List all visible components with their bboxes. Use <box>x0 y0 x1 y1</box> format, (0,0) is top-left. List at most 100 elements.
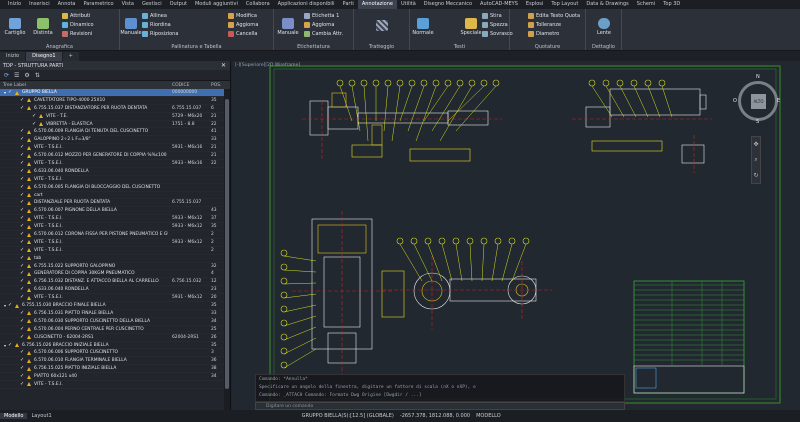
menu-tab-4[interactable]: Vista <box>118 0 138 9</box>
allinea-button[interactable]: Allinea <box>142 13 167 19</box>
visibility-check-icon[interactable]: ✓ <box>20 137 25 142</box>
tree-row[interactable]: ✓ DISTANZIALE PER RUOTA DENTATA 6.755.15.0… <box>0 199 224 208</box>
viewcube[interactable]: ALTO N E O S <box>733 74 780 125</box>
visibility-check-icon[interactable]: ✓ <box>20 381 25 387</box>
stira-button[interactable]: Stira <box>482 13 502 19</box>
menu-tab-6[interactable]: Output <box>166 0 191 9</box>
tree-row[interactable]: ✓ ▾ GRUPPO BIELLA 000000000 <box>0 89 224 97</box>
balloon[interactable] <box>280 277 288 285</box>
close-icon[interactable]: ✕ <box>221 62 226 69</box>
balloon[interactable] <box>452 237 460 245</box>
drawing-canvas[interactable]: [-][Superiore][2D Wireframe] ALTO N E O … <box>232 61 800 410</box>
tree-row[interactable]: ✓ CAVETTATORE TIPO-4000 25X10 35 <box>0 97 224 105</box>
tree-row[interactable]: ✓ VITE - T.S.E.I. 5933 - M6x12 35 <box>0 223 224 232</box>
tree-row[interactable]: ✓ ▾ 6.755.15.030 BRACCIO FINALE BIELLA 35 <box>0 302 224 310</box>
viewcube-west[interactable]: O <box>733 98 737 104</box>
balloon[interactable] <box>444 79 452 87</box>
menu-tab-9[interactable]: Applicazioni disponibili <box>274 0 339 9</box>
modifica-button[interactable]: Modifica <box>228 13 257 19</box>
balloon[interactable] <box>408 79 416 87</box>
visibility-check-icon[interactable]: ✓ <box>20 326 25 332</box>
aggiorna-button[interactable]: Aggiorna <box>228 22 258 28</box>
visibility-check-icon[interactable]: ✓ <box>20 200 25 205</box>
tree-row[interactable]: ✓ 6.570.06.006 SUPPORTO CUSCINETTO 3 <box>0 349 224 358</box>
tree-row[interactable]: ✓ PIATTO 60x121 x40 34 <box>0 373 224 381</box>
etichetta-dropdown[interactable]: Etichetta 1 <box>304 13 339 19</box>
visibility-check-icon[interactable]: ✓ <box>8 342 13 348</box>
balloon[interactable] <box>360 79 368 87</box>
balloon[interactable] <box>280 291 288 299</box>
visibility-check-icon[interactable]: ✓ <box>20 184 25 190</box>
tree-row[interactable]: ✓ ▾ 6.756.15.026 BRACCIO INIZIALE BIELLA 35 <box>0 342 224 350</box>
balloon[interactable] <box>280 263 288 271</box>
visibility-check-icon[interactable]: ✓ <box>32 121 37 127</box>
viewcube-face[interactable]: ALTO <box>751 94 766 109</box>
menu-tab-0[interactable]: Inizio <box>4 0 25 9</box>
column-pos[interactable]: POS. <box>211 83 222 88</box>
viewcube-east[interactable]: E <box>777 98 780 104</box>
balloon[interactable] <box>588 79 596 87</box>
tree-row[interactable]: ✓ VITE - T.E. 5729 - M6x20 21 <box>0 113 224 121</box>
tree-row[interactable]: ✓ 6.570.06.012 CORONA FISSA PER PISTONE P… <box>0 231 224 239</box>
menu-tab-10[interactable]: Parti <box>339 0 358 9</box>
manuale-label-button[interactable]: Manuale <box>277 12 299 36</box>
balloon[interactable] <box>602 79 610 87</box>
tree-row[interactable]: ✓ 6.570.06.009 FLANGIA DI TENUTA DEL CUSC… <box>0 128 224 137</box>
viewcube-south[interactable]: S <box>756 119 759 125</box>
tree-row[interactable]: ✓ GALOPPINO 2÷2 L F=3/8" 33 <box>0 136 224 145</box>
tree-row[interactable]: ✓ VITE - T.S.E.I. 5931 - M6x12 20 <box>0 294 224 303</box>
menu-tab-14[interactable]: AutoCAD-MEYS <box>476 0 522 9</box>
balloon[interactable] <box>336 79 344 87</box>
visibility-check-icon[interactable]: ✓ <box>20 145 25 150</box>
column-tree-label[interactable]: Tree Label <box>3 83 26 88</box>
visibility-check-icon[interactable]: ✓ <box>32 113 37 119</box>
pan-icon[interactable]: ✥ <box>753 141 758 148</box>
speciale-text-button[interactable]: Speciale <box>460 12 482 36</box>
tree-row[interactable]: ✓ 6.570.06.007 PIGNONE DELLA BIELLA 43 <box>0 207 224 216</box>
menu-tab-7[interactable]: Moduli aggiuntivi <box>191 0 242 9</box>
viewport-label[interactable]: [-][Superiore][2D Wireframe] <box>235 63 300 68</box>
balloon[interactable] <box>630 79 638 87</box>
aggiorna-label-button[interactable]: Aggiorna <box>304 22 334 28</box>
balloon[interactable] <box>384 79 392 87</box>
balloon[interactable] <box>396 237 404 245</box>
menu-tab-11[interactable]: Annotazione <box>357 0 397 9</box>
visibility-check-icon[interactable]: ✓ <box>20 358 25 363</box>
expand-arrow-icon[interactable]: ▾ <box>4 89 6 97</box>
status-mode[interactable]: MODELLO <box>476 413 501 419</box>
balloon[interactable] <box>420 79 428 87</box>
tree-row[interactable]: ✓ VITE - T.S.E.I. 5933 - M6x12 2 <box>0 239 224 247</box>
balloon[interactable] <box>280 347 288 355</box>
balloon[interactable] <box>280 333 288 341</box>
balloon[interactable] <box>494 237 502 245</box>
tree-row[interactable]: ✓ 6.633.06.040 RONDELLA <box>0 168 224 176</box>
visibility-check-icon[interactable]: ✓ <box>20 153 25 158</box>
balloon[interactable] <box>410 237 418 245</box>
balloon[interactable] <box>456 79 464 87</box>
command-input[interactable]: Digitare un comando <box>255 402 625 410</box>
visibility-check-icon[interactable]: ✓ <box>20 168 25 174</box>
status-layer[interactable]: GRUPPO BIELLA(S):[12.5] (GLOBALE) <box>302 413 394 419</box>
tree-row[interactable]: ✓ 6.570.06.005 FLANGIA DI BLOCCAGGIO DEL … <box>0 184 224 192</box>
new-tab-button[interactable]: + <box>62 52 79 61</box>
document-tab-1[interactable]: Disegno1 <box>26 52 62 61</box>
balloon[interactable] <box>480 237 488 245</box>
balloon[interactable] <box>644 79 652 87</box>
balloon[interactable] <box>348 79 356 87</box>
tree-row[interactable]: ✓ 6.570.06.004 PERNO CENTRALE PER CUSCINE… <box>0 326 224 334</box>
tree-row[interactable]: ✓ 6.755.15.037 DISTANZIATORE PER RUOTA DE… <box>0 105 224 113</box>
tree-row[interactable]: ✓ 6.570.06.030 SUPPORTO CUSCINETTO DELLA … <box>0 318 224 326</box>
visibility-check-icon[interactable]: ✓ <box>20 161 25 166</box>
visibility-check-icon[interactable]: ✓ <box>20 366 25 371</box>
cancella-button[interactable]: Cancella <box>228 31 257 37</box>
expand-icon[interactable]: ⇅ <box>35 72 40 79</box>
tree-row[interactable]: ✓ cart <box>0 192 224 200</box>
visibility-check-icon[interactable]: ✓ <box>20 350 25 355</box>
visibility-check-icon[interactable]: ✓ <box>20 224 25 229</box>
menu-tab-8[interactable]: Collabora <box>242 0 274 9</box>
tree-row[interactable]: ✓ tab <box>0 255 224 263</box>
riposiziona-button[interactable]: Riposiziona <box>142 31 178 37</box>
menu-tab-18[interactable]: Schemi <box>633 0 659 9</box>
tree-row[interactable]: ✓ VITE - T.S.E.I. 2 <box>0 247 224 255</box>
balloon[interactable] <box>438 237 446 245</box>
